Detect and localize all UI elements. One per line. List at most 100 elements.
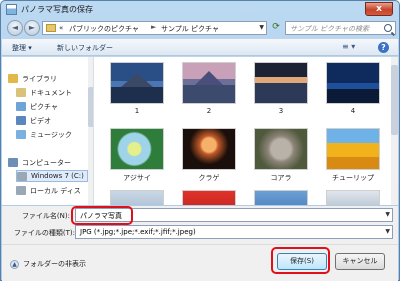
drive-icon [17,172,27,181]
file-name: 4 [350,107,356,115]
nav-item-label: コンピューター [22,159,71,167]
filetype-value: JPG (*.jpg;*.jpe;*.exif;*.jfif;*.jpeg) [80,228,196,236]
app-icon [6,4,17,15]
nav-scrollbar[interactable] [88,57,93,205]
file-list-scrollbar-thumb[interactable] [391,65,398,135]
filename-highlight [71,206,133,225]
refresh-button[interactable]: ⟳ [269,21,283,35]
nav-item-label: ドキュメント [30,89,72,97]
address-bar[interactable]: « パブリックのピクチャ ► サンプル ピクチャ ▼ [42,21,267,35]
save-dialog: パノラマ写真の保存 x ◄ ► « パブリックのピクチャ ► サンプル ピクチャ… [0,0,400,281]
view-options-button[interactable]: ≡ ▾ [342,42,355,51]
close-button[interactable]: x [365,2,393,16]
nav-item-documents[interactable]: ドキュメント [16,87,93,99]
new-folder-button[interactable]: 新しいフォルダー [57,43,113,53]
nav-item-label: ミュージック [30,131,72,139]
file-list-scrollbar[interactable] [391,57,398,205]
filetype-select[interactable]: JPG (*.jpg;*.jpe;*.exif;*.jfif;*.jpeg) ▼ [75,225,393,239]
nav-item-videos[interactable]: ビデオ [16,115,93,127]
videos-icon [16,116,26,125]
thumbnail-image [183,129,235,169]
thumbnail-image [183,63,235,103]
address-row: ◄ ► « パブリックのピクチャ ► サンプル ピクチャ ▼ ⟳ サンプル ピク… [5,20,397,36]
thumbnail-image [327,129,379,169]
pictures-icon [16,102,26,111]
save-button-highlight [271,247,330,274]
search-input[interactable]: サンプル ピクチャの検索 [285,21,396,35]
file-name: チューリップ [332,174,374,182]
breadcrumb-separator[interactable]: ► [151,23,156,31]
thumbnail-image [255,63,307,103]
documents-icon [16,88,26,97]
back-button[interactable]: ◄ [7,20,23,36]
file-name: 3 [278,107,284,115]
dialog-footer: ▲ フォルダーの非表示 保存(S) キャンセル [2,244,398,281]
browser-area: ライブラリ ドキュメント ピクチャ ビデオ ミュージック コンピューター Win… [2,57,398,205]
file-name: 2 [206,107,212,115]
filename-dropdown-icon[interactable]: ▼ [385,211,390,218]
hide-folders-toggle[interactable]: ▲ フォルダーの非表示 [10,259,86,269]
file-name: 1 [134,107,140,115]
cancel-button[interactable]: キャンセル [335,253,385,270]
breadcrumb-sample-pictures[interactable]: サンプル ピクチャ [161,24,219,34]
nav-item-label: ローカル ディス [30,187,81,195]
search-icon[interactable] [384,24,392,32]
file-item[interactable]: チューリップ [323,127,383,191]
file-item[interactable]: 2 [179,61,239,125]
file-name: コアラ [270,174,292,182]
hide-folders-label: フォルダーの非表示 [23,260,86,268]
nav-item-computer[interactable]: コンピューター [8,157,92,169]
chevron-up-icon: ▲ [10,259,19,269]
nav-item-windows7-drive[interactable]: Windows 7 (C:) [16,170,88,182]
file-item[interactable]: アジサイ [107,127,167,191]
organize-button[interactable]: 整理 ▾ [12,43,32,53]
file-item[interactable]: 4 [323,61,383,125]
thumbnail-image [111,191,163,205]
filetype-label: ファイルの種類(T): [13,229,75,237]
search-placeholder: サンプル ピクチャの検索 [290,25,369,33]
file-name: クラゲ [198,174,220,182]
nav-item-label: ライブラリ [22,75,57,83]
library-icon [8,74,18,83]
computer-icon [8,158,18,167]
file-item[interactable] [323,189,383,205]
help-icon[interactable]: ? [378,42,389,53]
nav-item-label: Windows 7 (C:) [31,172,84,180]
thumbnail-image [255,129,307,169]
nav-item-local-disk[interactable]: ローカル ディス [16,185,93,197]
file-list: 1 2 3 4 アジサイ クラゲ コアラ チューリップ [95,57,391,205]
thumbnail-image [327,63,379,103]
file-name: アジサイ [123,174,151,182]
file-item[interactable]: コアラ [251,127,311,191]
filetype-dropdown-icon[interactable]: ▼ [385,228,390,235]
nav-item-library[interactable]: ライブラリ [8,73,92,85]
file-item[interactable] [179,189,239,205]
nav-item-pictures[interactable]: ピクチャ [16,101,93,113]
drive-icon [16,186,26,195]
file-item[interactable]: クラゲ [179,127,239,191]
path-overflow[interactable]: « [59,24,63,32]
folder-icon [46,24,56,32]
nav-item-music[interactable]: ミュージック [16,129,93,141]
thumbnail-image [255,191,307,205]
file-item[interactable] [251,189,311,205]
window-title: パノラマ写真の保存 [21,5,93,14]
breadcrumb-public-pictures[interactable]: パブリックのピクチャ [69,24,139,34]
nav-item-label: ビデオ [30,117,51,125]
file-item[interactable]: 3 [251,61,311,125]
thumbnail-image [111,63,163,103]
address-dropdown-icon[interactable]: ▼ [259,24,264,31]
nav-item-label: ピクチャ [30,103,58,111]
file-item[interactable] [107,189,167,205]
nav-scrollbar-thumb[interactable] [88,87,93,127]
filename-area: ファイル名(N): パノラマ写真 ▼ ファイルの種類(T): JPG (*.jp… [2,206,398,244]
thumbnail-image [327,191,379,205]
thumbnail-image [183,191,235,205]
filename-label: ファイル名(N): [21,212,70,220]
file-item[interactable]: 1 [107,61,167,125]
navigation-pane: ライブラリ ドキュメント ピクチャ ビデオ ミュージック コンピューター Win… [2,57,94,205]
forward-button[interactable]: ► [24,20,40,36]
title-bar[interactable]: パノラマ写真の保存 x [1,1,399,19]
music-icon [16,130,26,139]
thumbnail-image [111,129,163,169]
